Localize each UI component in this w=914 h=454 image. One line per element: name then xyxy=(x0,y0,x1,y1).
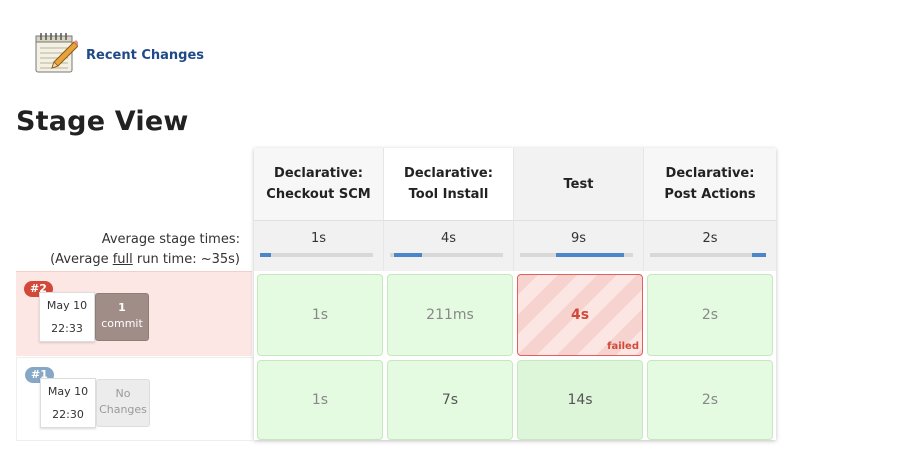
changes-count: 1 xyxy=(118,301,126,314)
stage-average-bar xyxy=(260,253,373,257)
failed-label: failed xyxy=(607,341,639,352)
stage-cell-failed[interactable]: 4s failed xyxy=(517,274,643,356)
build-time: 22:30 xyxy=(52,408,84,421)
build-row-1[interactable]: #1 May 10 22:30 No Changes xyxy=(16,357,253,441)
stage-cell[interactable]: 14s xyxy=(517,360,643,440)
stage-average-fill xyxy=(752,253,766,257)
build-date-box: May 10 22:33 xyxy=(39,292,95,342)
build-time: 22:33 xyxy=(51,322,83,335)
stage-average-bar xyxy=(650,253,766,257)
average-stage-times-label: Average stage times: (Average full run t… xyxy=(50,230,240,270)
stage-average-fill xyxy=(556,253,624,257)
stage-average-bar xyxy=(390,253,503,257)
build-date-box: May 10 22:30 xyxy=(40,378,96,428)
notepad-icon[interactable] xyxy=(34,30,80,76)
stage-average-fill xyxy=(260,253,271,257)
stage-column-checkout-scm: Declarative: Checkout SCM 1s 1s 1s xyxy=(254,148,384,440)
average-full-run-time: (Average full run time: ~35s) xyxy=(50,252,240,267)
stage-average: 2s xyxy=(644,220,776,271)
stage-table: Declarative: Checkout SCM 1s 1s 1s Declar… xyxy=(254,148,776,440)
no-changes-label: No Changes xyxy=(96,379,150,427)
stage-cell[interactable]: 1s xyxy=(257,360,383,440)
build-date: May 10 xyxy=(47,385,89,398)
stage-cell[interactable]: 211ms xyxy=(387,274,513,356)
changes-label: commit xyxy=(101,317,143,330)
build-row-2[interactable]: #2 May 10 22:33 1 commit xyxy=(16,271,252,356)
stage-average-bar xyxy=(520,253,633,257)
recent-changes-link[interactable]: Recent Changes xyxy=(86,48,204,63)
stage-cell[interactable]: 2s xyxy=(647,360,773,440)
stage-average: 4s xyxy=(384,220,514,271)
stage-header-post-actions: Declarative: Post Actions xyxy=(644,148,776,220)
stage-average: 9s xyxy=(514,220,644,271)
stage-header-checkout-scm: Declarative: Checkout SCM xyxy=(254,148,384,220)
stage-column-test: Test 9s 4s failed 14s xyxy=(514,148,644,440)
stage-cell[interactable]: 1s xyxy=(257,274,383,356)
stage-cell[interactable]: 7s xyxy=(387,360,513,440)
stage-average-fill xyxy=(394,253,422,257)
page-title: Stage View xyxy=(16,106,189,137)
recent-changes[interactable] xyxy=(34,30,80,76)
stage-header-test: Test xyxy=(514,148,644,220)
stage-column-post-actions: Declarative: Post Actions 2s 2s 2s xyxy=(644,148,776,440)
full-run-link[interactable]: full xyxy=(113,252,133,267)
stage-column-tool-install: Declarative: Tool Install 4s 211ms 7s xyxy=(384,148,514,440)
stage-cell[interactable]: 2s xyxy=(647,274,773,356)
changes-button[interactable]: 1 commit xyxy=(95,293,149,341)
average-stage-times-text: Average stage times: xyxy=(101,232,240,247)
build-date: May 10 xyxy=(46,299,88,312)
stage-average: 1s xyxy=(254,220,384,271)
stage-header-tool-install: Declarative: Tool Install xyxy=(384,148,514,220)
